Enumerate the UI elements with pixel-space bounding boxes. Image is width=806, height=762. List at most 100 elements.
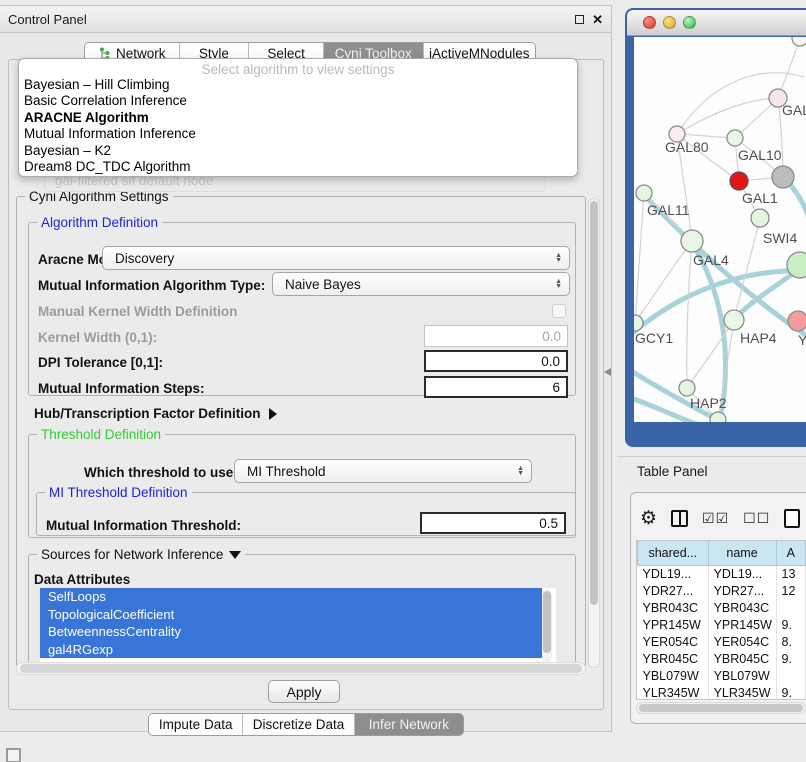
- mi-steps-field[interactable]: 6: [424, 376, 568, 398]
- table-cell: YPR145W: [708, 616, 776, 633]
- network-node[interactable]: [724, 310, 744, 330]
- settings-horizontal-scrollbar[interactable]: [16, 662, 586, 675]
- minimize-traffic-light-icon[interactable]: [663, 16, 676, 29]
- table-cell: 12: [776, 582, 805, 599]
- cyni-bottom-tabs: Impute Data Discretize Data Infer Network: [148, 713, 464, 736]
- data-attributes-list[interactable]: SelfLoopsTopologicalCoefficientBetweenne…: [40, 588, 556, 664]
- table-cell: 9.: [776, 616, 805, 633]
- node-label: GAL11: [647, 202, 690, 218]
- algorithm-option[interactable]: Mutual Information Inference: [19, 126, 577, 142]
- attribute-item[interactable]: TopologicalCoefficient: [40, 606, 542, 624]
- node-label: GAL80: [665, 139, 709, 155]
- table-cell: 9.: [776, 650, 805, 667]
- tab-infer-network[interactable]: Infer Network: [355, 714, 463, 735]
- table-row[interactable]: YDR27...YDR27...12: [638, 582, 806, 599]
- settings-vertical-scrollbar[interactable]: [588, 198, 600, 668]
- network-node[interactable]: [710, 412, 726, 422]
- network-node[interactable]: [730, 172, 748, 190]
- algorithm-option[interactable]: Basic Correlation Inference: [19, 93, 577, 109]
- panel-corner-button[interactable]: [6, 748, 21, 762]
- node-table[interactable]: shared...nameA YDL19...YDL19...13YDR27..…: [636, 540, 806, 700]
- network-node[interactable]: [772, 166, 794, 188]
- table-row[interactable]: YBR043CYBR043C: [638, 599, 806, 616]
- mi-type-label: Mutual Information Algorithm Type:: [38, 278, 265, 293]
- network-edge[interactable]: [687, 241, 692, 388]
- hub-definition-expander[interactable]: Hub/Transcription Factor Definition: [34, 406, 277, 421]
- network-node[interactable]: [792, 37, 806, 46]
- chevron-down-icon: [229, 551, 241, 559]
- tab-discretize-data[interactable]: Discretize Data: [243, 714, 354, 735]
- apply-button[interactable]: Apply: [268, 680, 340, 703]
- table-row[interactable]: YBR045CYBR045C9.: [638, 650, 806, 667]
- which-threshold-value: MI Threshold: [247, 464, 326, 479]
- sources-group-title[interactable]: Sources for Network Inference: [37, 547, 245, 562]
- network-edge[interactable]: [677, 134, 735, 138]
- node-label: HAP4: [740, 330, 777, 346]
- network-edge[interactable]: [635, 193, 644, 323]
- mi-type-combo[interactable]: Naive Bayes ▲▼: [272, 272, 570, 296]
- table-cell: YER054C: [638, 633, 709, 650]
- network-node[interactable]: [751, 209, 769, 227]
- table-cell: YLR345W: [638, 684, 709, 700]
- table-cell: 9.: [776, 684, 805, 700]
- tab-impute-data[interactable]: Impute Data: [149, 714, 243, 735]
- attributes-list-scrollbar[interactable]: [542, 590, 552, 662]
- export-table-icon[interactable]: [784, 509, 800, 528]
- network-node[interactable]: [679, 380, 695, 396]
- select-all-checkboxes-icon[interactable]: ☑☑: [702, 510, 729, 527]
- deselect-all-checkboxes-icon[interactable]: ☐☐: [743, 510, 770, 527]
- which-threshold-combo[interactable]: MI Threshold ▲▼: [234, 459, 532, 483]
- tab-label: Infer Network: [369, 717, 449, 732]
- mi-steps-label: Mutual Information Steps:: [38, 381, 205, 396]
- table-row[interactable]: YPR145WYPR145W9.: [638, 616, 806, 633]
- columns-icon[interactable]: [671, 510, 688, 527]
- close-icon[interactable]: ✕: [592, 15, 603, 24]
- table-cell: YBR043C: [638, 599, 709, 616]
- column-header[interactable]: shared...: [638, 541, 709, 565]
- algorithm-option[interactable]: Dream8 DC_TDC Algorithm: [19, 159, 577, 175]
- hub-definition-label: Hub/Transcription Factor Definition: [34, 406, 261, 421]
- network-node[interactable]: [788, 311, 806, 331]
- table-horizontal-scrollbar[interactable]: [636, 702, 806, 714]
- tab-label: Discretize Data: [253, 717, 345, 732]
- network-node[interactable]: [681, 230, 703, 252]
- algorithm-list: Bayesian – Hill ClimbingBasic Correlatio…: [19, 77, 577, 175]
- table-row[interactable]: YLR345WYLR345W9.: [638, 684, 806, 700]
- table-row[interactable]: YBL079WYBL079W: [638, 667, 806, 684]
- table-cell: YBR043C: [708, 599, 776, 616]
- network-node[interactable]: [636, 185, 652, 201]
- manual-kernel-checkbox[interactable]: [552, 304, 566, 318]
- network-node[interactable]: [727, 130, 743, 146]
- network-canvas[interactable]: GALGAL80GAL10GAL1GAL11GAL4SWI4GCY1HAP4YH…: [634, 37, 806, 422]
- network-node[interactable]: [787, 252, 806, 278]
- split-handle-icon[interactable]: [604, 368, 611, 376]
- table-row[interactable]: YER054CYER054C8.: [638, 633, 806, 650]
- close-traffic-light-icon[interactable]: [643, 16, 656, 29]
- attribute-item[interactable]: gal4RGexp: [40, 641, 542, 659]
- attribute-item[interactable]: BetweennessCentrality: [40, 623, 542, 641]
- threshold-definition-title: Threshold Definition: [37, 427, 165, 442]
- kernel-width-field[interactable]: 0.0: [424, 325, 568, 347]
- column-header[interactable]: name: [708, 541, 776, 565]
- gear-icon[interactable]: ⚙: [640, 509, 657, 528]
- dpi-tolerance-field[interactable]: 0.0: [424, 350, 568, 372]
- algorithm-option[interactable]: Bayesian – Hill Climbing: [19, 77, 577, 93]
- aracne-mode-combo[interactable]: Discovery ▲▼: [102, 246, 570, 270]
- table-cell: 13: [776, 565, 805, 582]
- table-cell: YBL079W: [638, 667, 709, 684]
- zoom-traffic-light-icon[interactable]: [683, 16, 696, 29]
- network-view-titlebar[interactable]: [627, 10, 806, 36]
- table-row[interactable]: YDL19...YDL19...13: [638, 565, 806, 582]
- table-cell: YPR145W: [638, 616, 709, 633]
- mi-threshold-field[interactable]: 0.5: [420, 512, 566, 534]
- node-label: GAL: [782, 102, 806, 118]
- mi-threshold-group-title: MI Threshold Definition: [45, 485, 192, 500]
- attribute-item[interactable]: SelfLoops: [40, 588, 542, 606]
- algorithm-option[interactable]: ARACNE Algorithm: [19, 110, 577, 126]
- column-header[interactable]: A: [776, 541, 805, 565]
- network-edge[interactable]: [677, 98, 778, 134]
- which-threshold-label: Which threshold to use:: [84, 465, 238, 480]
- sources-title-label: Sources for Network Inference: [41, 547, 223, 562]
- float-panel-icon[interactable]: [575, 15, 584, 24]
- algorithm-option[interactable]: Bayesian – K2: [19, 143, 577, 159]
